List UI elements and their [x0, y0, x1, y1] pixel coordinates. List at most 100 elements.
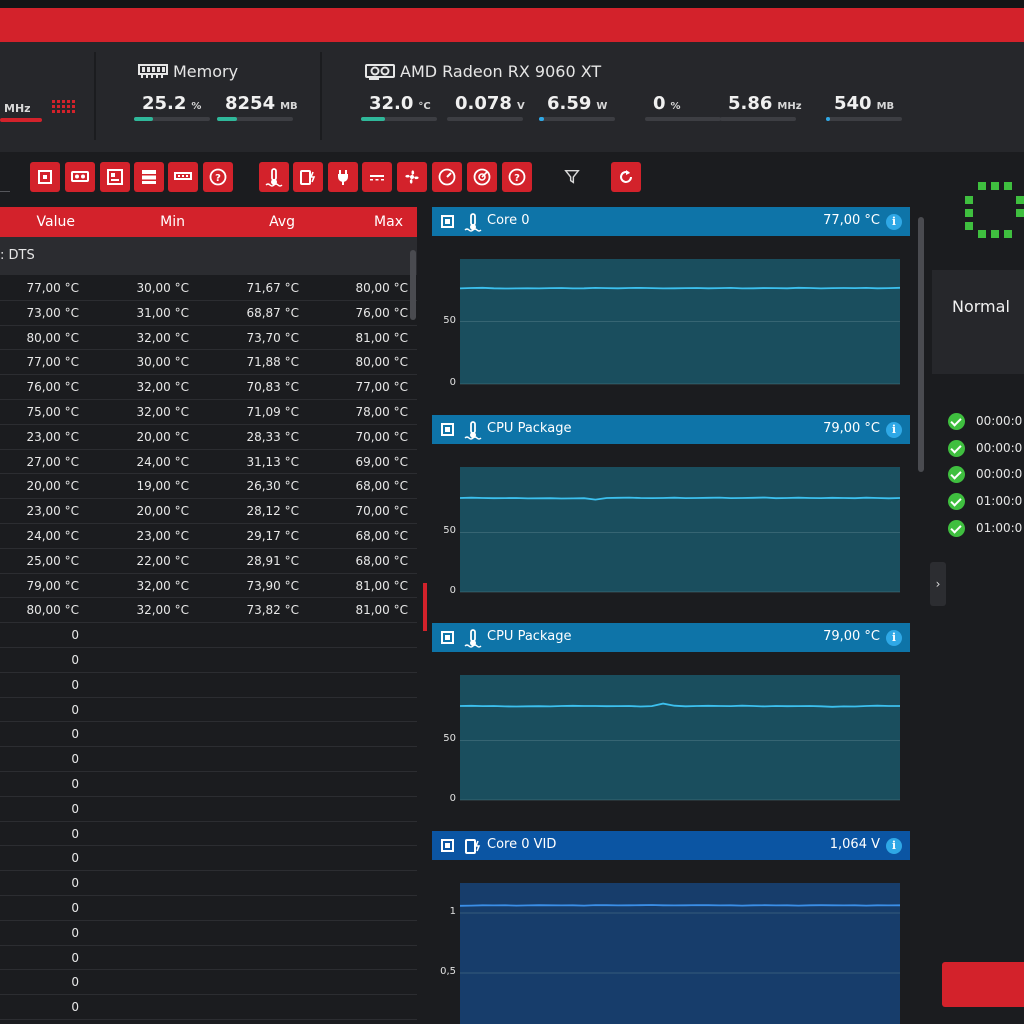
fan-filter-button[interactable]: [397, 162, 427, 192]
help-filter-button[interactable]: ?: [203, 162, 233, 192]
table-cell: 22,00 °C: [136, 553, 189, 568]
table-cell: 0: [71, 677, 79, 692]
power-filter-button[interactable]: [328, 162, 358, 192]
filter-filter-button[interactable]: [557, 162, 587, 192]
memory-filter-button[interactable]: [168, 162, 198, 192]
table-row[interactable]: 0: [0, 673, 417, 698]
table-cell: 26,30 °C: [246, 479, 299, 494]
table-scrollbar[interactable]: [410, 250, 416, 320]
table-row[interactable]: 80,00 °C 32,00 °C 73,82 °C 81,00 °C: [0, 598, 417, 624]
metric-bar-fill: [539, 117, 544, 121]
chart-select-checkbox[interactable]: [441, 215, 454, 228]
current-filter-button[interactable]: [362, 162, 392, 192]
table-row[interactable]: 23,00 °C 20,00 °C 28,12 °C 70,00 °C: [0, 499, 417, 524]
table-cell: 28,33 °C: [246, 429, 299, 444]
memory-title: Memory: [173, 62, 239, 81]
motherboard-filter-button[interactable]: [100, 162, 130, 192]
info-icon[interactable]: i: [886, 630, 902, 646]
column-header-max[interactable]: Max: [374, 207, 403, 237]
table-cell: 77,00 °C: [26, 355, 79, 370]
table-row[interactable]: 23,00 °C 20,00 °C 28,33 °C 70,00 °C: [0, 425, 417, 450]
column-header-value[interactable]: Value: [37, 207, 75, 237]
temperature-icon: [265, 168, 283, 187]
table-row[interactable]: 0: [0, 970, 417, 996]
table-row[interactable]: 77,00 °C 30,00 °C 71,88 °C 80,00 °C: [0, 350, 417, 376]
table-cell: 80,00 °C: [355, 355, 408, 370]
usage-filter-button[interactable]: [467, 162, 497, 192]
chart-select-checkbox[interactable]: [441, 423, 454, 436]
table-cell: 32,00 °C: [136, 578, 189, 593]
table-cell: 0: [71, 653, 79, 667]
table-row[interactable]: 27,00 °C 24,00 °C 31,13 °C 69,00 °C: [0, 450, 417, 475]
reset-filter-button[interactable]: [611, 162, 641, 192]
table-row[interactable]: 0: [0, 698, 417, 723]
clock-filter-button[interactable]: [432, 162, 462, 192]
table-row[interactable]: 80,00 °C 32,00 °C 73,70 °C 81,00 °C: [0, 326, 417, 351]
table-row[interactable]: 0: [0, 797, 417, 822]
header-metric: 5.86 MHz: [728, 93, 802, 114]
table-row[interactable]: 0: [0, 995, 417, 1020]
table-cell: 76,00 °C: [355, 305, 408, 320]
check-icon: [948, 413, 965, 430]
help-filter-button[interactable]: ?: [502, 162, 532, 192]
metric-value: 25.2: [142, 93, 187, 114]
chart-current-value: 79,00 °C: [823, 629, 880, 644]
table-cell: 77,00 °C: [355, 380, 408, 395]
pane-toggle-button[interactable]: ›: [930, 562, 946, 606]
gpu-filter-button[interactable]: [65, 162, 95, 192]
table-cell: 81,00 °C: [355, 603, 408, 618]
table-row[interactable]: 79,00 °C 32,00 °C 73,90 °C 81,00 °C: [0, 574, 417, 599]
table-row[interactable]: 76,00 °C 32,00 °C 70,83 °C 77,00 °C: [0, 375, 417, 400]
table-row[interactable]: 73,00 °C 31,00 °C 68,87 °C 76,00 °C: [0, 301, 417, 326]
chart-select-checkbox[interactable]: [441, 631, 454, 644]
metric-unit: W: [596, 101, 608, 112]
table-cell: 0: [71, 851, 79, 866]
table-row[interactable]: 0: [0, 623, 417, 648]
table-cell: 73,00 °C: [26, 305, 79, 320]
y-tick-label: 50: [443, 314, 456, 326]
table-cell: 81,00 °C: [355, 330, 408, 345]
table-row[interactable]: 25,00 °C 22,00 °C 28,91 °C 68,00 °C: [0, 549, 417, 574]
column-header-avg[interactable]: Avg: [269, 207, 295, 237]
voltage-filter-button[interactable]: [293, 162, 323, 192]
table-row[interactable]: 0: [0, 871, 417, 896]
table-row[interactable]: 0: [0, 896, 417, 921]
metric-value: 8254: [225, 93, 276, 114]
table-row[interactable]: 77,00 °C 30,00 °C 71,67 °C 80,00 °C: [0, 276, 417, 301]
table-cell: 20,00 °C: [26, 479, 79, 494]
table-row[interactable]: 0: [0, 722, 417, 748]
table-row[interactable]: 0: [0, 772, 417, 797]
table-row[interactable]: 0: [0, 921, 417, 946]
summary-header: MHz Memory 25.2% 8254 MB AMD Radeon RX 9…: [0, 42, 1024, 152]
chart-scrollbar[interactable]: [918, 217, 924, 472]
cpu-filter-button[interactable]: [30, 162, 60, 192]
table-row[interactable]: 20,00 °C 19,00 °C 26,30 °C 68,00 °C: [0, 474, 417, 500]
table-cell: 32,00 °C: [136, 603, 189, 618]
table-row[interactable]: 0: [0, 648, 417, 673]
table-row[interactable]: 0: [0, 846, 417, 872]
fan-icon: [405, 170, 419, 184]
table-cell: 19,00 °C: [136, 479, 189, 494]
table-cell: 20,00 °C: [136, 504, 189, 519]
action-button[interactable]: [942, 962, 1024, 1007]
chart-current-value: 1,064 V: [829, 837, 880, 852]
column-header-min[interactable]: Min: [160, 207, 185, 237]
drives-filter-button[interactable]: [134, 162, 164, 192]
table-row[interactable]: 24,00 °C 23,00 °C 29,17 °C 68,00 °C: [0, 524, 417, 549]
info-icon[interactable]: i: [886, 422, 902, 438]
sensor-group-row[interactable]: : DTS: [0, 237, 417, 275]
table-cell: 31,13 °C: [246, 454, 299, 469]
metric-unit: %: [670, 101, 681, 112]
sensor-table-body: 77,00 °C 30,00 °C 71,67 °C 80,00 °C 73,00 °C…: [0, 276, 417, 1024]
temperature-filter-button[interactable]: [259, 162, 289, 192]
y-tick-label: 0: [449, 793, 456, 804]
metric-bar: [361, 117, 437, 121]
info-icon[interactable]: i: [886, 838, 902, 854]
chart-select-checkbox[interactable]: [441, 839, 454, 852]
info-icon[interactable]: i: [886, 214, 902, 230]
table-row[interactable]: 75,00 °C 32,00 °C 71,09 °C 78,00 °C: [0, 400, 417, 425]
splitter-marker[interactable]: [423, 583, 427, 631]
table-row[interactable]: 0: [0, 946, 417, 971]
table-row[interactable]: 0: [0, 822, 417, 847]
table-row[interactable]: 0: [0, 747, 417, 772]
